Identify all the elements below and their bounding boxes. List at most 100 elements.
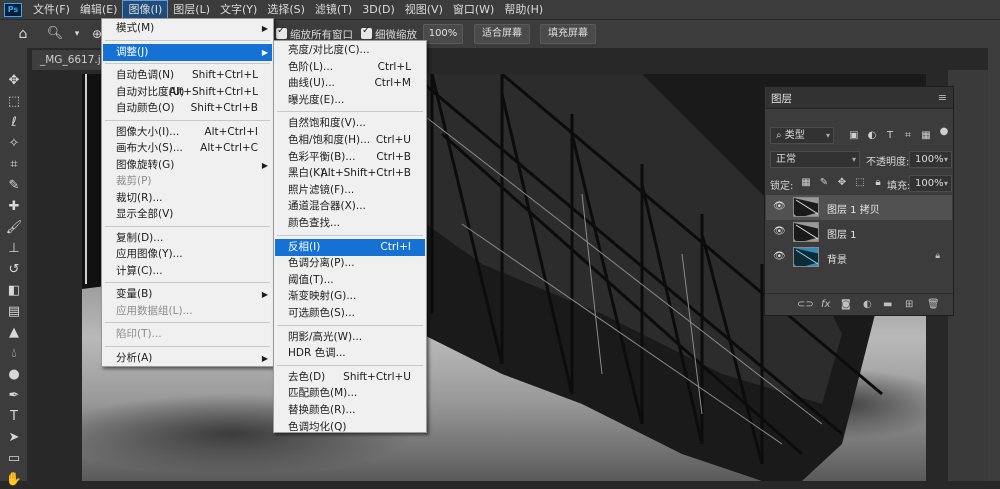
menu-item[interactable]: 渐变映射(G)... [275, 288, 425, 305]
menu-item[interactable]: HDR 色调... [275, 345, 425, 362]
gradient-tool-icon[interactable]: ▤ [5, 303, 23, 321]
layer-name[interactable]: 背景 [827, 251, 847, 266]
menu-item[interactable]: 色彩平衡(B)... Ctrl+B [275, 149, 425, 166]
menu-edit[interactable]: 编辑(E) [75, 0, 123, 19]
menu-item[interactable]: 黑白(K)... Alt+Shift+Ctrl+B [275, 165, 425, 182]
menu-item[interactable]: 曝光度(E)... [275, 92, 425, 109]
menu-item[interactable]: 图像大小(I)... Alt+Ctrl+I [103, 124, 272, 141]
blur-tool-icon[interactable]: 💧︎ [5, 345, 23, 363]
lock-icon[interactable]: 🔒︎ [935, 251, 940, 261]
opacity-field[interactable]: 100% ▾ [909, 151, 952, 168]
menu-item[interactable]: 变量(B) ▶ [103, 286, 272, 303]
fx-icon[interactable]: fx [821, 299, 830, 310]
layer-name[interactable]: 图层 1 拷贝 [827, 201, 880, 216]
menu-item[interactable]: 应用图像(Y)... [103, 246, 272, 263]
menu-item[interactable]: 颜色查找... [275, 215, 425, 232]
menu-item[interactable]: 模式(M) ▶ [103, 20, 272, 37]
menu-item[interactable]: 色阶(L)... Ctrl+L [275, 59, 425, 76]
menu-item[interactable]: 自动颜色(O) Shift+Ctrl+B [103, 100, 272, 117]
link-layers-icon[interactable]: ⊂⊃ [797, 299, 814, 310]
menu-item[interactable]: 色调分离(P)... [275, 255, 425, 272]
eraser-icon[interactable]: ◧ [5, 282, 23, 300]
new-layer-icon[interactable]: ⊞ [905, 299, 913, 310]
menu-item[interactable]: 裁切(R)... [103, 190, 272, 207]
lock-position-icon[interactable]: ✥ [837, 178, 847, 188]
scrubby-zoom-checkbox[interactable] [361, 25, 372, 39]
menu-image[interactable]: 图像(I) [122, 0, 169, 19]
filter-adjustment-icon[interactable]: ◐ [867, 131, 877, 141]
menu-type[interactable]: 文字(Y) [215, 0, 262, 19]
delete-layer-icon[interactable]: 🗑︎ [927, 299, 940, 310]
fill-screen-button[interactable]: 填充屏幕 [540, 24, 596, 44]
menu-select[interactable]: 选择(S) [262, 0, 310, 19]
brush-tool-icon[interactable]: 🖌︎ [5, 219, 23, 237]
menu-item[interactable]: 复制(D)... [103, 230, 272, 247]
layer-name[interactable]: 图层 1 [827, 226, 857, 241]
menu-item[interactable]: 自然饱和度(V)... [275, 115, 425, 132]
fit-screen-button[interactable]: 适合屏幕 [474, 24, 530, 44]
menu-filter[interactable]: 滤镜(T) [310, 0, 357, 19]
visibility-eye-icon[interactable]: 👁︎ [773, 201, 786, 212]
menu-item[interactable]: 可选颜色(S)... [275, 305, 425, 322]
fill-field[interactable]: 100% ▾ [909, 175, 952, 192]
menu-item[interactable]: 分析(A) ▶ [103, 350, 272, 367]
filter-shape-icon[interactable]: ⌗ [903, 131, 913, 141]
menu-item[interactable]: 曲线(U)... Ctrl+M [275, 75, 425, 92]
menu-item[interactable]: 阴影/高光(W)... [275, 329, 425, 346]
menu-view[interactable]: 视图(V) [400, 0, 448, 19]
pen-tool-icon[interactable]: ✒ [5, 387, 23, 405]
zoom-tool-icon[interactable]: 🔍︎ [46, 25, 64, 43]
shape-tool-icon[interactable]: ▭ [5, 450, 23, 468]
layer-row[interactable]: 👁︎ 图层 1 拷贝 [766, 195, 952, 220]
menu-item[interactable]: 计算(C)... [103, 263, 272, 280]
lock-all-icon[interactable]: 🔒︎ [873, 178, 883, 188]
scroll-all-checkbox[interactable] [276, 25, 287, 39]
filter-smart-object-icon[interactable]: ▦ [921, 131, 931, 141]
move-tool-icon[interactable]: ✥ [5, 72, 23, 90]
crop-tool-icon[interactable]: ⌗ [5, 156, 23, 174]
menu-3d[interactable]: 3D(D) [357, 0, 400, 19]
lock-artboard-icon[interactable]: ⬚ [855, 178, 865, 188]
menu-item[interactable]: 亮度/对比度(C)... [275, 42, 425, 59]
menu-item[interactable]: 照片滤镜(F)... [275, 182, 425, 199]
new-group-icon[interactable]: ▬ [883, 299, 892, 310]
sharpen-icon[interactable]: ▲ [5, 324, 23, 342]
lasso-tool-icon[interactable]: ℓ [5, 114, 23, 132]
history-brush-icon[interactable]: ↺ [5, 261, 23, 279]
layer-filter-dropdown[interactable]: ⌕ 类型 ▾ [770, 127, 834, 144]
filter-pixel-icon[interactable]: ▣ [849, 131, 859, 141]
eyedropper-icon[interactable]: ✎ [5, 177, 23, 195]
menu-item[interactable]: 画布大小(S)... Alt+Ctrl+C [103, 140, 272, 157]
filter-type-icon[interactable]: T [885, 131, 895, 141]
adjustment-layer-icon[interactable]: ◐ [863, 299, 872, 310]
menu-item[interactable]: 替换颜色(R)... [275, 402, 425, 419]
home-icon[interactable]: ⌂ [14, 25, 32, 43]
layer-row[interactable]: 👁︎ 图层 1 [766, 220, 952, 245]
menu-item[interactable]: 阈值(T)... [275, 272, 425, 289]
panel-menu-icon[interactable]: ≡ [938, 91, 947, 104]
menu-layer[interactable]: 图层(L) [168, 0, 215, 19]
menu-item[interactable]: 显示全部(V) [103, 206, 272, 223]
menu-file[interactable]: 文件(F) [28, 0, 75, 19]
layers-panel-title[interactable]: 图层 [771, 91, 792, 106]
menu-help[interactable]: 帮助(H) [499, 0, 548, 19]
chevron-down-icon[interactable]: ▾ [68, 25, 86, 43]
menu-item[interactable]: 反相(I) Ctrl+I [275, 238, 425, 256]
menu-item[interactable]: 匹配颜色(M)... [275, 385, 425, 402]
visibility-eye-icon[interactable]: 👁︎ [773, 226, 786, 237]
healing-brush-icon[interactable]: ✚ [5, 198, 23, 216]
filter-toggle-icon[interactable]: ● [939, 127, 949, 137]
lock-image-icon[interactable]: ✎ [819, 178, 829, 188]
zoom-value-field[interactable]: 100% [423, 24, 463, 44]
magic-wand-icon[interactable]: ✧ [5, 135, 23, 153]
lock-transparent-icon[interactable]: ▦ [801, 178, 811, 188]
menu-item[interactable]: 去色(D) Shift+Ctrl+U [275, 369, 425, 386]
menu-window[interactable]: 窗口(W) [448, 0, 499, 19]
menu-item[interactable]: 调整(J) ▶ [103, 43, 272, 61]
layer-row[interactable]: 👁︎ 背景 🔒︎ [766, 245, 952, 270]
menu-item[interactable]: 色调均化(Q) [275, 419, 425, 436]
menu-item[interactable]: 图像旋转(G) ▶ [103, 157, 272, 174]
menu-item[interactable]: 自动对比度(U) Alt+Shift+Ctrl+L [103, 84, 272, 101]
menu-item[interactable]: 通道混合器(X)... [275, 198, 425, 215]
hand-tool-icon[interactable]: ✋ [5, 471, 23, 489]
